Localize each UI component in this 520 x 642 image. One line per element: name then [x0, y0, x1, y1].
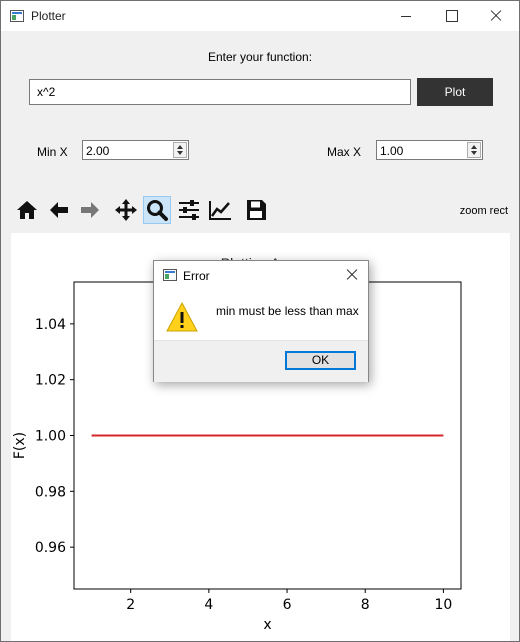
dialog-message: min must be less than max: [216, 304, 359, 318]
ok-button[interactable]: OK: [285, 351, 356, 370]
maximize-button[interactable]: [429, 1, 475, 31]
y-axis-label: F(x): [12, 432, 28, 459]
minimize-button[interactable]: [383, 1, 429, 31]
max-x-spinbox[interactable]: 1.00: [376, 140, 483, 160]
warning-icon: [166, 301, 198, 332]
configure-subplots-icon[interactable]: [175, 196, 203, 224]
x-tick-label: 10: [434, 597, 452, 613]
x-tick-label: 2: [126, 597, 135, 613]
dialog-app-icon: [163, 269, 177, 281]
x-tick-label: 4: [204, 597, 213, 613]
y-tick-label: 1.04: [35, 317, 66, 333]
x-tick-label: 6: [283, 597, 292, 613]
forward-icon[interactable]: [76, 196, 104, 224]
title-bar: Plotter: [1, 1, 519, 31]
function-label: Enter your function:: [207, 50, 313, 64]
min-x-down-icon[interactable]: [177, 151, 183, 155]
dialog-footer: OK: [154, 340, 368, 382]
y-tick-label: 1.02: [35, 373, 66, 389]
max-x-stepper[interactable]: [467, 142, 481, 158]
min-x-up-icon[interactable]: [177, 145, 183, 149]
app-icon: [10, 10, 24, 22]
zoom-icon[interactable]: [143, 196, 171, 224]
edit-axis-icon[interactable]: [206, 196, 234, 224]
plot-button[interactable]: Plot: [417, 78, 493, 106]
function-input[interactable]: x^2: [29, 79, 411, 105]
min-x-value: 2.00: [86, 144, 110, 158]
dialog-close-icon[interactable]: [342, 265, 362, 285]
min-x-spinbox[interactable]: 2.00: [82, 140, 189, 160]
max-x-label: Max X: [327, 145, 362, 159]
home-icon[interactable]: [13, 196, 41, 224]
max-x-down-icon[interactable]: [471, 151, 477, 155]
dialog-title: Error: [183, 269, 210, 283]
y-tick-label: 0.96: [35, 540, 66, 556]
toolbar-mode-text: zoom rect: [459, 205, 508, 217]
plotter-window: Plotter Enter your function: x^2 Plot Mi…: [0, 0, 520, 642]
save-icon[interactable]: [242, 196, 270, 224]
x-tick-label: 8: [361, 597, 370, 613]
error-dialog: Error min must be less than max OK: [153, 260, 369, 382]
x-axis-label: x: [263, 617, 271, 633]
back-icon[interactable]: [45, 196, 73, 224]
max-x-value: 1.00: [380, 144, 404, 158]
close-button[interactable]: [473, 1, 519, 31]
y-tick-label: 1.00: [35, 429, 66, 445]
window-title: Plotter: [31, 9, 66, 23]
min-x-label: Min X: [37, 145, 68, 159]
y-tick-label: 0.98: [35, 484, 66, 500]
min-x-stepper[interactable]: [173, 142, 187, 158]
pan-icon[interactable]: [112, 196, 140, 224]
max-x-up-icon[interactable]: [471, 145, 477, 149]
